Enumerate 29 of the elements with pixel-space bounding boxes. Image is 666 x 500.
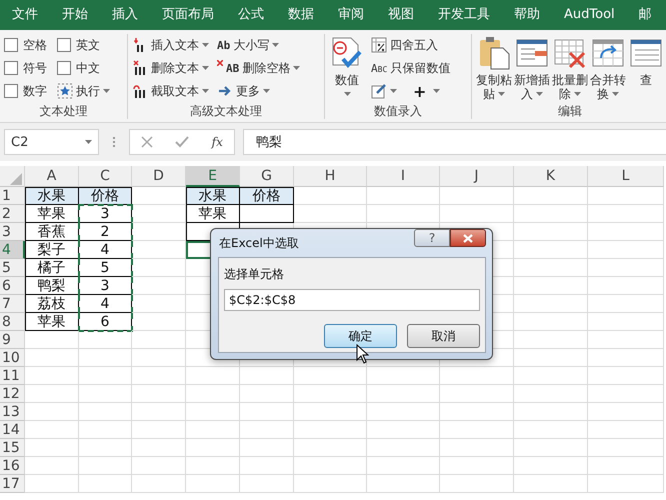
field-label: 选择单元格: [224, 266, 285, 283]
table-cell: 苹果: [25, 313, 79, 331]
table-cell: 水果: [25, 187, 79, 205]
table-cell: 水果: [186, 187, 240, 205]
table-cell: 4: [79, 241, 132, 259]
table-cell: 橘子: [25, 259, 79, 277]
table-cell: 价格: [240, 187, 294, 205]
table-cell: 苹果: [25, 205, 79, 223]
table-cell: 价格: [79, 187, 132, 205]
table-cell: 3: [79, 205, 132, 223]
letters-icon: AB: [226, 62, 240, 74]
table-cell: 6: [79, 313, 132, 331]
letters-icon: Ab: [217, 38, 230, 52]
table-cell: 梨子: [25, 241, 79, 259]
cell-reference: C2: [11, 134, 28, 150]
letters-icon: Abc: [371, 62, 388, 74]
table-cell: 鸭梨: [25, 277, 79, 295]
table-cell: 香蕉: [25, 223, 79, 241]
group-label: 文本处理: [38, 103, 88, 119]
table-cell: 荔枝: [25, 295, 79, 313]
group-label: 高级文本处理: [189, 103, 263, 119]
dialog-title: 在Excel中选取: [219, 234, 300, 252]
table-cell: 4: [79, 295, 132, 313]
table-cell: 苹果: [186, 205, 240, 223]
table-cell: 2: [79, 223, 132, 241]
table-cell: 3: [79, 277, 132, 295]
group-label: 数值录入: [373, 103, 423, 119]
table-cell: 5: [79, 259, 132, 277]
group-label: 编辑: [557, 103, 583, 119]
